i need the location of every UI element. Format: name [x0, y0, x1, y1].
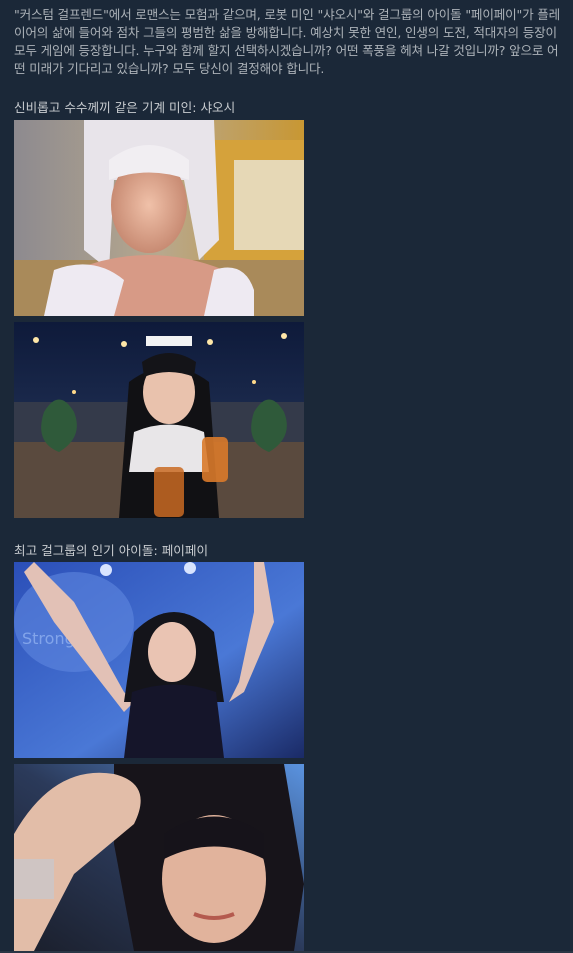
feifei-screenshot-1[interactable]: Strong — [14, 562, 304, 758]
section-title-xiaoxi: 신비롭고 수수께끼 같은 기계 미인: 샤오시 — [14, 100, 236, 115]
game-description: "커스텀 걸프렌드"에서 로맨스는 모험과 같으며, 로봇 미인 "샤오시"와 … — [14, 7, 561, 76]
xiaoxi-screenshot-2[interactable] — [14, 322, 304, 518]
xiaoxi-screenshot-1[interactable] — [14, 120, 304, 316]
feifei-screenshot-2[interactable] — [14, 764, 304, 951]
section-title-feifei: 최고 걸그룹의 인기 아이돌: 페이페이 — [14, 543, 209, 558]
